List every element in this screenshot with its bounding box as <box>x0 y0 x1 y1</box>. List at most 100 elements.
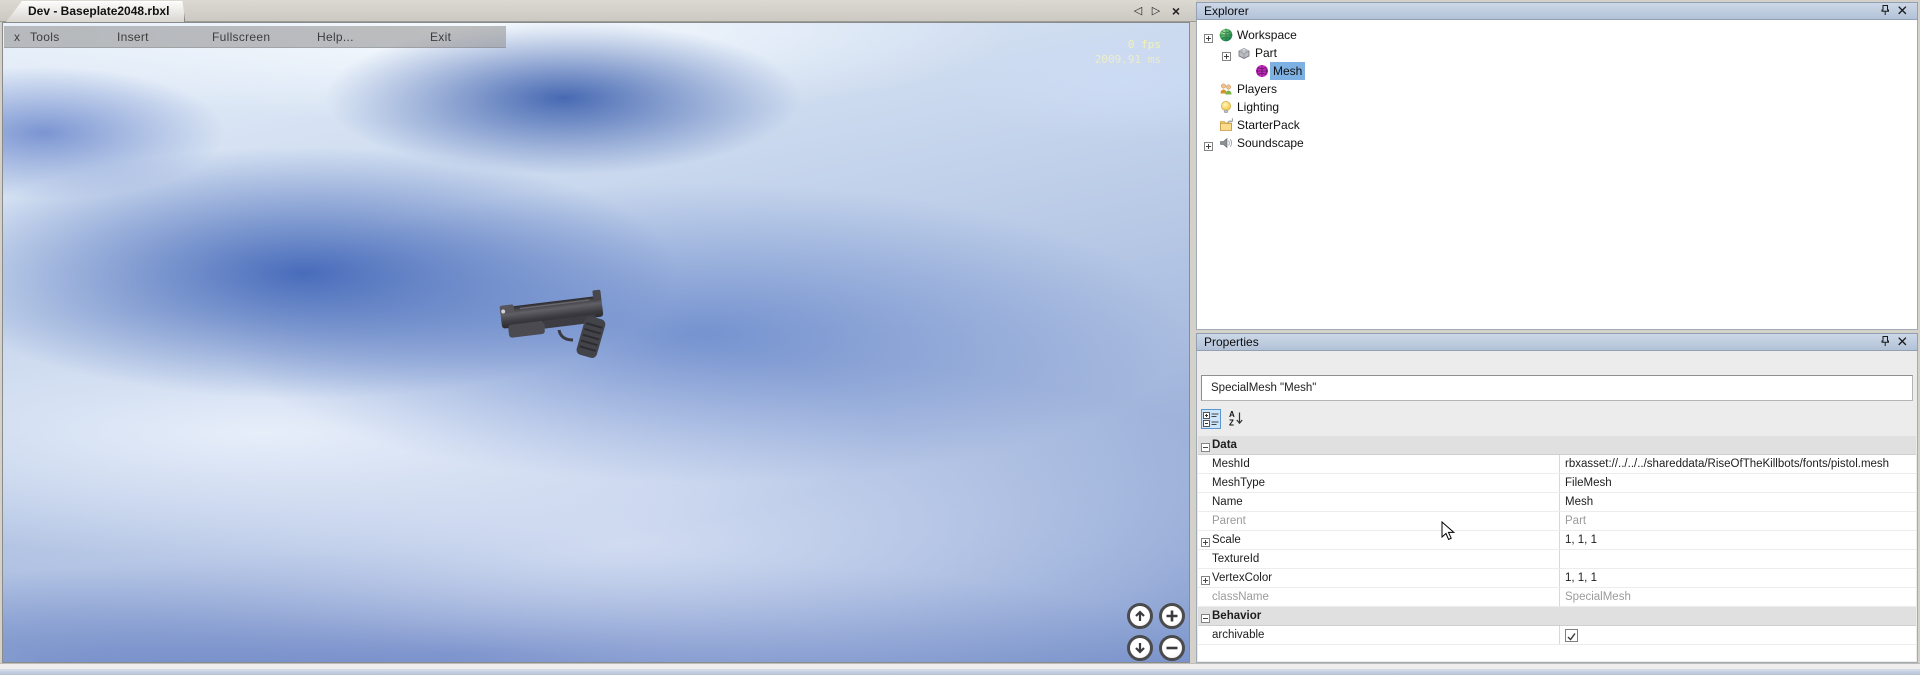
tree-item-label[interactable]: Lighting <box>1234 98 1282 116</box>
taskbar-edge <box>0 669 1920 675</box>
section-data: Data <box>1198 436 1916 455</box>
tab-close-icon[interactable]: × <box>1168 3 1184 19</box>
property-row-meshid: MeshId rbxasset://../../../shareddata/Ris… <box>1198 455 1916 474</box>
document-tab[interactable]: Dev - Baseplate2048.rbxl <box>6 1 185 22</box>
property-row-meshtype: MeshType FileMesh <box>1198 474 1916 493</box>
properties-body: SpecialMesh "Mesh" A Z <box>1196 351 1918 663</box>
properties-title: Properties <box>1204 335 1259 349</box>
property-name: MeshType <box>1212 474 1265 493</box>
menu-item-help-[interactable]: Help... <box>317 26 354 48</box>
zoom-in-button[interactable] <box>1159 603 1185 629</box>
tree-item-soundscape[interactable]: Soundscape <box>1197 134 1917 152</box>
property-value[interactable]: FileMesh <box>1565 474 1916 493</box>
property-name: TextureId <box>1212 550 1259 569</box>
property-value[interactable]: Part <box>1565 512 1916 531</box>
section-label: Data <box>1212 436 1237 455</box>
menu-item-tools[interactable]: Tools <box>30 26 60 48</box>
selected-object-box[interactable]: SpecialMesh "Mesh" <box>1201 375 1913 401</box>
collapse-icon[interactable] <box>1201 440 1210 449</box>
down-arrow-icon <box>1131 639 1149 657</box>
tree-item-label[interactable]: Soundscape <box>1234 134 1307 152</box>
property-row-classname: className SpecialMesh <box>1198 588 1916 607</box>
property-value[interactable]: 1, 1, 1 <box>1565 569 1916 588</box>
alphabetical-sort-button[interactable]: A Z <box>1227 409 1247 429</box>
up-arrow-icon <box>1131 607 1149 625</box>
properties-toolbar: A Z <box>1201 409 1249 429</box>
lighting-icon <box>1219 100 1233 114</box>
section-behavior: Behavior <box>1198 607 1916 626</box>
selected-object-label: SpecialMesh "Mesh" <box>1211 382 1316 394</box>
menu-close-button[interactable]: x <box>14 26 20 48</box>
property-name: Parent <box>1212 512 1246 531</box>
expand-icon[interactable] <box>1222 48 1231 57</box>
expand-icon[interactable] <box>1201 535 1210 544</box>
camera-tilt-up-button[interactable] <box>1127 603 1153 629</box>
menu-item-fullscreen[interactable]: Fullscreen <box>212 26 270 48</box>
frame-time-counter: 2009.91 ms <box>1095 52 1161 67</box>
tree-item-starterpack[interactable]: StarterPack <box>1197 116 1917 134</box>
property-value[interactable]: Mesh <box>1565 493 1916 512</box>
expand-icon[interactable] <box>1204 138 1213 147</box>
performance-overlay: 0 fps 2009.91 ms <box>1095 37 1161 67</box>
3d-viewport[interactable]: x Tools Insert Fullscreen Help... Exit 0 fps… <box>2 22 1190 663</box>
property-value[interactable]: rbxasset://../../../shareddata/RiseOfThe… <box>1565 455 1916 474</box>
expand-icon[interactable] <box>1201 573 1210 582</box>
property-value[interactable]: 1, 1, 1 <box>1565 531 1916 550</box>
properties-panel: Properties SpecialMesh "Mesh" A Z <box>1196 333 1918 663</box>
svg-text:Z: Z <box>1229 419 1234 428</box>
properties-header: Properties <box>1196 333 1918 351</box>
close-icon[interactable] <box>1896 335 1912 350</box>
section-label: Behavior <box>1212 607 1261 626</box>
property-name: VertexColor <box>1212 569 1272 588</box>
property-name: className <box>1212 588 1269 607</box>
categorized-view-button[interactable] <box>1201 409 1221 429</box>
players-icon <box>1219 82 1233 96</box>
explorer-panel: Explorer WorkspacePartMeshPlayersLightin… <box>1196 2 1918 330</box>
tree-item-players[interactable]: Players <box>1197 80 1917 98</box>
tree-item-workspace[interactable]: Workspace <box>1197 26 1917 44</box>
camera-tilt-down-button[interactable] <box>1127 635 1153 661</box>
property-name: Scale <box>1212 531 1241 550</box>
tab-scroll-left-icon[interactable]: ◁ <box>1130 3 1146 19</box>
tab-scroll-right-icon[interactable]: ▷ <box>1148 3 1164 19</box>
close-icon[interactable] <box>1896 4 1912 19</box>
categorized-icon <box>1202 410 1220 428</box>
menu-item-exit[interactable]: Exit <box>430 26 451 48</box>
property-row-parent: Parent Part <box>1198 512 1916 531</box>
game-menu-bar: x Tools Insert Fullscreen Help... Exit <box>4 26 506 48</box>
tree-item-label[interactable]: Mesh <box>1270 62 1305 80</box>
pin-icon[interactable] <box>1877 335 1893 350</box>
starterpack-icon <box>1219 118 1233 132</box>
collapse-icon[interactable] <box>1201 611 1210 620</box>
property-value[interactable]: SpecialMesh <box>1565 588 1916 607</box>
property-name: MeshId <box>1212 455 1250 474</box>
tree-item-lighting[interactable]: Lighting <box>1197 98 1917 116</box>
fps-counter: 0 fps <box>1095 37 1161 52</box>
property-row-scale: Scale 1, 1, 1 <box>1198 531 1916 550</box>
property-row-vertexcolor: VertexColor 1, 1, 1 <box>1198 569 1916 588</box>
zoom-out-button[interactable] <box>1159 635 1185 661</box>
properties-grid: DataMeshId rbxasset://../../../shareddata… <box>1198 436 1916 661</box>
soundscape-icon <box>1219 136 1233 150</box>
property-name: archivable <box>1212 626 1264 645</box>
mouse-cursor <box>1441 521 1461 543</box>
tree-item-label[interactable]: Part <box>1252 44 1280 62</box>
explorer-title: Explorer <box>1204 4 1249 18</box>
tree-item-label[interactable]: StarterPack <box>1234 116 1303 134</box>
expand-icon[interactable] <box>1204 30 1213 39</box>
pin-icon[interactable] <box>1877 4 1893 19</box>
pistol-mesh-render[interactable] <box>497 285 629 361</box>
tree-item-label[interactable]: Players <box>1234 80 1280 98</box>
property-row-name: NameMesh <box>1198 493 1916 512</box>
tree-item-part[interactable]: Part <box>1197 44 1917 62</box>
minus-icon <box>1163 639 1181 657</box>
tree-item-mesh[interactable]: Mesh <box>1197 62 1917 80</box>
workspace-icon <box>1219 28 1233 42</box>
property-row-archivable: archivable <box>1198 626 1916 645</box>
checkbox-checked-icon[interactable] <box>1565 629 1578 642</box>
tab-bar: Dev - Baseplate2048.rbxl ◁ ▷ × <box>0 0 1196 22</box>
part-icon <box>1237 46 1251 60</box>
menu-item-insert[interactable]: Insert <box>117 26 149 48</box>
tree-item-label[interactable]: Workspace <box>1234 26 1300 44</box>
document-tab-title: Dev - Baseplate2048.rbxl <box>28 4 169 18</box>
